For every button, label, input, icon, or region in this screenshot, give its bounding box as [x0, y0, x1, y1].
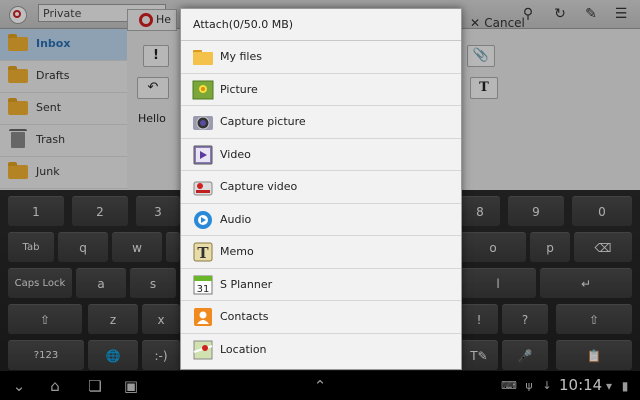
camera-icon [192, 112, 214, 132]
attach-option-capture-video[interactable]: Capture video [181, 171, 461, 204]
option-label: My files [220, 50, 262, 63]
audio-icon [192, 210, 214, 230]
option-label: Capture picture [220, 115, 306, 128]
dialog-title: Attach(0/50.0 MB) [181, 9, 461, 41]
video-icon [192, 145, 214, 165]
attach-option-picture[interactable]: Picture [181, 74, 461, 106]
option-label: Location [220, 342, 267, 356]
video-camera-icon [192, 177, 214, 197]
attach-option-audio[interactable]: Audio [181, 204, 461, 236]
calendar-icon: 31 [192, 275, 214, 295]
option-label: Audio [220, 212, 252, 226]
memo-icon: T [192, 242, 214, 262]
attach-option-contacts[interactable]: Contacts [181, 301, 461, 334]
attach-option-s-planner[interactable]: 31 S Planner [181, 269, 461, 301]
attach-option-my-files[interactable]: My files [181, 41, 461, 74]
option-label: Picture [220, 82, 258, 96]
attach-dialog: Attach(0/50.0 MB) My files Picture Captu… [180, 8, 462, 370]
attach-option-location[interactable]: Location [181, 334, 461, 367]
option-label: Video [220, 147, 251, 161]
option-label: Contacts [220, 310, 269, 323]
contacts-icon [192, 307, 214, 327]
picture-icon [192, 80, 214, 100]
svg-text:31: 31 [197, 284, 210, 295]
folder-icon [192, 47, 214, 67]
option-label: Memo [220, 245, 254, 258]
attach-option-capture-picture[interactable]: Capture picture [181, 106, 461, 139]
map-icon [192, 340, 214, 360]
attach-option-memo[interactable]: T Memo [181, 236, 461, 269]
attach-option-video[interactable]: Video [181, 139, 461, 171]
svg-text:T: T [197, 244, 209, 262]
option-label: S Planner [220, 277, 273, 291]
option-label: Capture video [220, 180, 298, 193]
